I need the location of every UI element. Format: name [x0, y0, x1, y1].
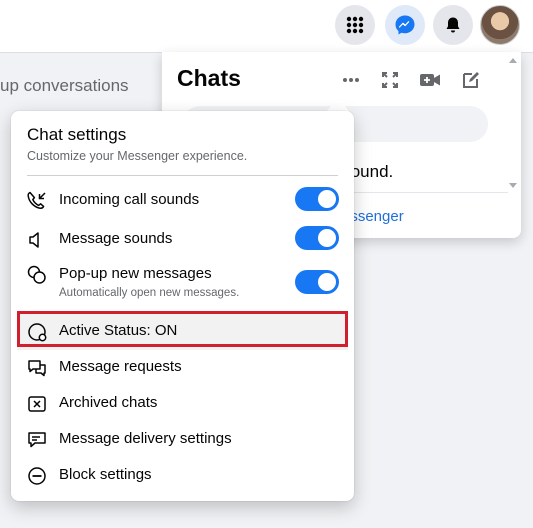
message-delivery-settings-item[interactable]: Message delivery settings [17, 422, 348, 458]
chats-title: Chats [177, 65, 241, 91]
incoming-call-sounds-item[interactable]: Incoming call sounds [17, 183, 348, 219]
incoming-call-sounds-toggle[interactable] [295, 187, 339, 211]
divider [27, 175, 338, 176]
popup-new-messages-label: Pop-up new messages [59, 265, 212, 282]
expand-button[interactable] [378, 68, 402, 92]
popup-caret [326, 98, 350, 112]
block-settings-label: Block settings [59, 466, 152, 483]
notifications-button[interactable] [433, 5, 473, 45]
background-section-heading: up conversations [0, 76, 129, 95]
chat-settings-menu: Chat settings Customize your Messenger e… [11, 111, 354, 501]
delivery-settings-icon [25, 428, 49, 452]
messenger-icon [395, 15, 415, 35]
message-sounds-toggle[interactable] [295, 226, 339, 250]
new-room-button[interactable] [418, 68, 442, 92]
active-status-item[interactable]: Active Status: ON [17, 314, 348, 350]
menu-grid-button[interactable] [335, 5, 375, 45]
compose-icon [463, 72, 479, 88]
message-requests-label: Message requests [59, 358, 182, 375]
bell-icon [446, 17, 460, 33]
top-navigation-bar [0, 0, 533, 53]
incoming-call-icon [25, 189, 49, 213]
popup-new-messages-sublabel: Automatically open new messages. [59, 287, 240, 299]
toggle-knob [318, 229, 336, 247]
message-delivery-settings-label: Message delivery settings [59, 430, 232, 447]
chat-settings-title: Chat settings [27, 125, 127, 144]
block-settings-item[interactable]: Block settings [17, 458, 348, 494]
expand-icon [382, 72, 398, 88]
messenger-button[interactable] [385, 5, 425, 45]
active-status-label: Active Status: ON [59, 322, 178, 339]
account-avatar[interactable] [480, 5, 520, 45]
scroll-up-arrow-icon[interactable] [509, 58, 517, 63]
more-options-button[interactable] [339, 68, 363, 92]
message-sounds-item[interactable]: Message sounds [17, 222, 348, 258]
block-icon [25, 464, 49, 488]
message-requests-icon [25, 356, 49, 380]
incoming-call-sounds-label: Incoming call sounds [59, 191, 200, 208]
archived-chats-label: Archived chats [59, 394, 158, 411]
speaker-icon [25, 228, 49, 252]
toggle-knob [318, 273, 336, 291]
popup-new-messages-toggle[interactable] [295, 270, 339, 294]
scrollbar[interactable] [509, 58, 517, 188]
archive-icon [25, 392, 49, 416]
grid-icon [346, 16, 364, 34]
active-status-icon [25, 320, 49, 344]
message-requests-item[interactable]: Message requests [17, 350, 348, 386]
new-room-icon [420, 74, 440, 86]
popup-new-messages-item[interactable]: Pop-up new messages Automatically open n… [17, 257, 348, 305]
more-icon [343, 78, 359, 82]
archived-chats-item[interactable]: Archived chats [17, 386, 348, 422]
popup-messages-icon [25, 263, 49, 287]
chat-settings-subtitle: Customize your Messenger experience. [27, 149, 248, 163]
scroll-down-arrow-icon[interactable] [509, 183, 517, 188]
compose-button[interactable] [459, 68, 483, 92]
message-sounds-label: Message sounds [59, 230, 173, 247]
toggle-knob [318, 190, 336, 208]
